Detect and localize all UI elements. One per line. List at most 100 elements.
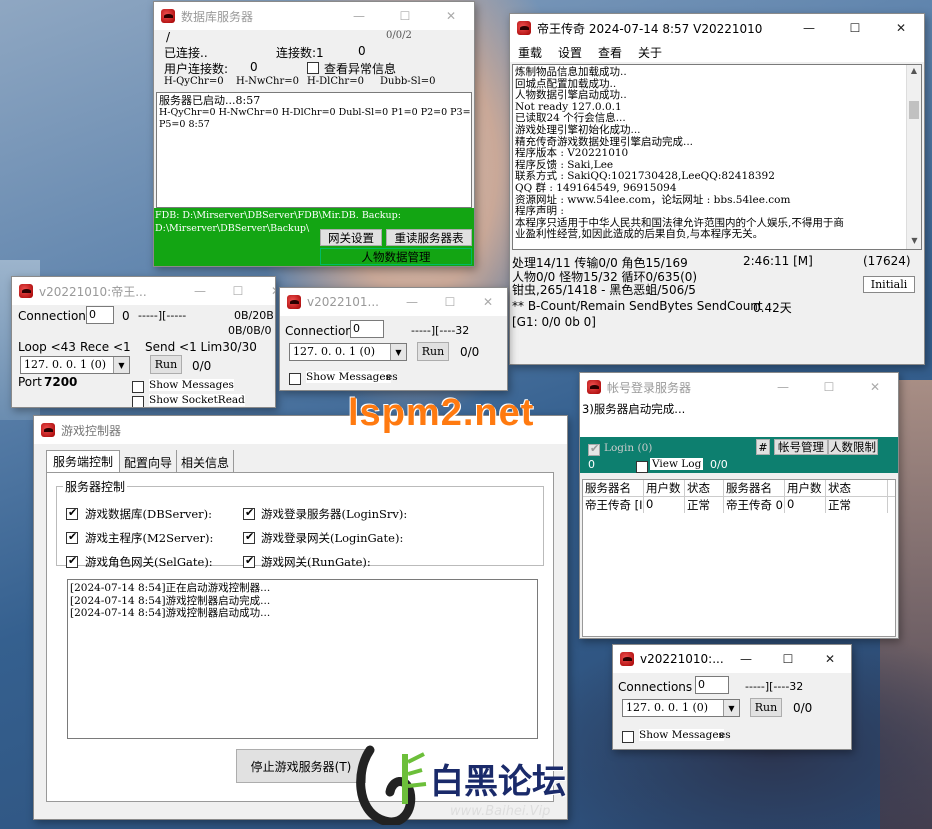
stop-server-button[interactable]: 停止游戏服务器(T) [236, 749, 366, 783]
db-server-titlebar[interactable]: 数据库服务器 — ☐ ✕ [154, 2, 474, 30]
minimize-icon[interactable]: — [336, 2, 382, 30]
ip-select[interactable]: 127. 0. 0. 1 (0) ▼ [20, 356, 130, 374]
scroll-up-icon[interactable]: ▲ [907, 65, 921, 79]
user-limit-button[interactable]: 人数限制 [828, 439, 878, 455]
connection-input[interactable]: 0 [350, 320, 384, 338]
ip-select[interactable]: 127. 0. 0. 1 (0) ▼ [622, 699, 740, 717]
column-header[interactable]: 状态 [685, 480, 724, 496]
scroll-thumb[interactable] [909, 101, 919, 119]
login-srv-titlebar[interactable]: 帐号登录服务器 — ☐ ✕ [580, 373, 898, 401]
column-header[interactable]: 服务器名 [724, 480, 785, 496]
minimize-icon[interactable]: — [725, 645, 767, 673]
login-gate-window: v20221010:帝王... — ☐ ✕ Connection 0 0 ---… [11, 276, 276, 408]
maximize-icon[interactable]: ☐ [832, 14, 878, 42]
show-socketread-checkbox[interactable] [132, 396, 144, 407]
minimize-icon[interactable]: — [786, 14, 832, 42]
m2server-checkbox[interactable] [66, 530, 78, 544]
counter-text: 0/0/2 [386, 30, 412, 41]
view-log-label: View Log [650, 458, 704, 470]
reload-server-table-button[interactable]: 重读服务器表 [386, 229, 472, 246]
close-icon[interactable]: ✕ [428, 2, 474, 30]
chevron-down-icon[interactable]: ▼ [723, 700, 739, 716]
gateway-settings-button[interactable]: 网关设置 [320, 229, 382, 246]
connections-input[interactable]: 0 [695, 676, 729, 694]
rungate-label: 游戏网关(RunGate): [261, 555, 371, 569]
logingate-checkbox[interactable] [243, 530, 255, 544]
show-errors-checkbox[interactable] [307, 62, 319, 74]
tab-related-info[interactable]: 相关信息 [177, 450, 235, 472]
log-line: 游戏处理引擎初始化成功... [515, 123, 641, 136]
stat-monsters: 钳虫,265/1418 - 黑色恶蛆/506/5 [512, 283, 696, 297]
minimize-icon[interactable]: — [760, 373, 806, 401]
menu-view[interactable]: 查看 [590, 44, 630, 61]
close-icon[interactable]: ✕ [852, 373, 898, 401]
selgate-checkbox[interactable] [66, 554, 78, 568]
app-icon [287, 295, 301, 309]
run-button[interactable]: Run [150, 355, 182, 374]
rungate-checkbox[interactable] [243, 554, 255, 568]
stat-nwchr: H-NwChr=0 [236, 76, 300, 87]
chevron-down-icon[interactable]: ▼ [390, 344, 406, 360]
scrollbar[interactable]: ▲ ▼ [906, 65, 921, 249]
column-header[interactable]: 用户数 [644, 480, 685, 496]
close-icon[interactable]: ✕ [257, 277, 275, 305]
maximize-icon[interactable]: ☐ [767, 645, 809, 673]
maximize-icon[interactable]: ☐ [431, 288, 469, 316]
menu-settings[interactable]: 设置 [550, 44, 590, 61]
login-log-memo[interactable]: 3)服务器启动完成... [580, 401, 898, 437]
log-line: 服务器已启动...8:57 [159, 94, 261, 107]
char-data-manager-button[interactable]: 人物数据管理 [320, 248, 472, 265]
dbserver-checkbox[interactable] [66, 506, 78, 520]
column-header[interactable]: 用户数 [785, 480, 826, 496]
minimize-icon[interactable]: — [181, 277, 219, 305]
maximize-icon[interactable]: ☐ [382, 2, 428, 30]
loginsrv-checkbox[interactable] [243, 506, 255, 520]
sel-gate-window: v2022101... — ☐ ✕ Connection 0 -----][--… [279, 287, 508, 391]
maximize-icon[interactable]: ☐ [806, 373, 852, 401]
connection-input[interactable]: 0 [86, 306, 114, 324]
tab-server-control[interactable]: 服务端控制 [46, 450, 121, 472]
view-log-checkbox[interactable] [636, 461, 648, 473]
log-line: 3)服务器启动完成... [582, 402, 686, 416]
show-messages-checkbox[interactable] [132, 381, 144, 393]
fdb-path: FDB: D:\Mirserver\DBServer\FDB\Mir.DB. B… [155, 210, 401, 221]
table-row[interactable]: 帝王传奇 [I 0 正常 帝王传奇 0 0 正常 [583, 497, 895, 513]
gate1-titlebar[interactable]: v20221010:帝王... — ☐ ✕ [12, 277, 275, 305]
column-header[interactable]: 状态 [826, 480, 888, 496]
loginsrv-label: 游戏登录服务器(LoginSrv): [261, 507, 408, 521]
run-button[interactable]: Run [417, 342, 449, 361]
controller-log-memo[interactable]: [2024-07-14 8:54]正在启动游戏控制器... [2024-07-1… [67, 579, 538, 739]
run-button[interactable]: Run [750, 698, 782, 717]
m2-titlebar[interactable]: 帝王传奇 2024-07-14 8:57 V20221010 — ☐ ✕ [510, 14, 924, 42]
db-path-panel: FDB: D:\Mirserver\DBServer\FDB\Mir.DB. B… [154, 208, 474, 266]
login-checkbox[interactable] [588, 442, 600, 456]
minimize-icon[interactable]: — [393, 288, 431, 316]
m2-log-memo[interactable]: 炼制物品信息加载成功.. 回城点配置加载成功.. 人物数据引擎启动成功.. No… [512, 64, 922, 250]
menu-reload[interactable]: 重载 [510, 44, 550, 61]
status-slash: / [166, 30, 171, 44]
show-messages-label: Show Messages [639, 729, 724, 741]
show-messages-checkbox[interactable] [622, 731, 634, 743]
chevron-down-icon[interactable]: ▼ [113, 357, 129, 373]
server-list-table[interactable]: 服务器名 用户数 状态 服务器名 用户数 状态 帝王传奇 [I 0 正常 帝王传… [582, 479, 896, 637]
show-messages-checkbox[interactable] [289, 373, 301, 385]
gate3-titlebar[interactable]: v20221010:... — ☐ ✕ [613, 645, 851, 673]
close-icon[interactable]: ✕ [469, 288, 507, 316]
maximize-icon[interactable]: ☐ [219, 277, 257, 305]
stat-dubb: Dubb-Sl=0 [380, 76, 436, 87]
close-icon[interactable]: ✕ [878, 14, 924, 42]
initialize-button[interactable]: Initiali [863, 276, 915, 293]
close-icon[interactable]: ✕ [809, 645, 851, 673]
scroll-down-icon[interactable]: ▼ [907, 235, 921, 249]
db-log-memo[interactable]: 服务器已启动...8:57 H-QyChr=0 H-NwChr=0 H-DlCh… [156, 92, 472, 208]
ip-select[interactable]: 127. 0. 0. 1 (0) ▼ [289, 343, 407, 361]
conn-count-label: 连接数:1 [276, 46, 324, 60]
account-manager-button[interactable]: 帐号管理 [774, 439, 828, 455]
gate2-titlebar[interactable]: v2022101... — ☐ ✕ [280, 288, 507, 316]
menu-about[interactable]: 关于 [630, 44, 670, 61]
login-count: 0 [588, 458, 595, 471]
column-header[interactable]: 服务器名 [583, 480, 644, 496]
tab-config-wizard[interactable]: 配置向导 [120, 450, 178, 472]
hash-button[interactable]: # [756, 439, 770, 455]
log-line: QQ 群 : 149164549, 96915094 [515, 181, 677, 194]
